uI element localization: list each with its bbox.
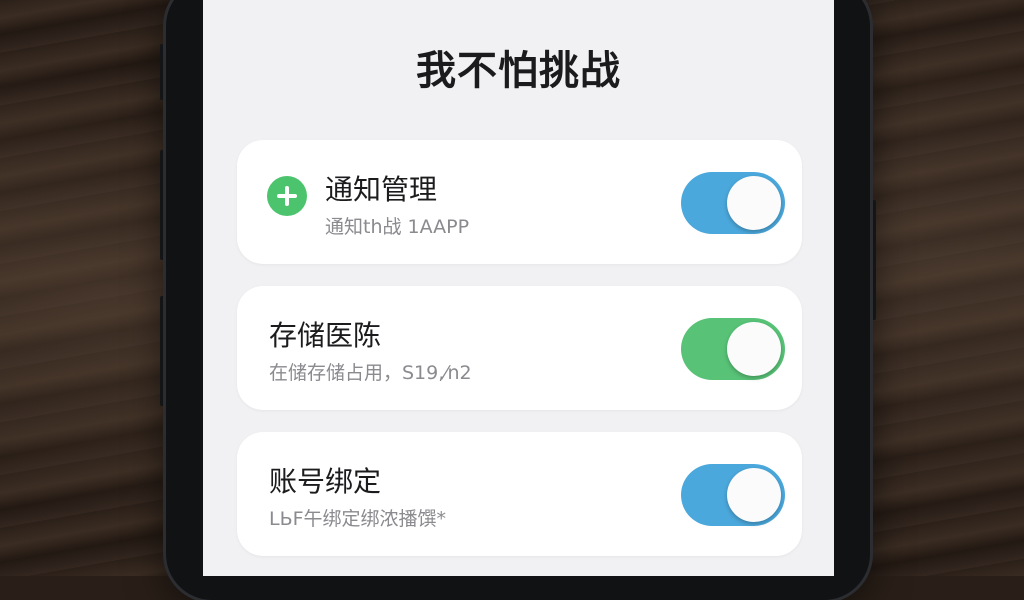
card-subtitle: 在储存储占用，S19,⁄n2 <box>269 362 472 384</box>
toggle-knob <box>727 468 781 522</box>
notifications-toggle[interactable] <box>681 172 785 234</box>
account-binding-toggle[interactable] <box>681 464 785 526</box>
card-title: 通知管理 <box>325 173 438 206</box>
phone-screen: 我不怕挑战 通知管理 通知th战 1AAPP 存储医陈 在储存储占用，S19,⁄… <box>203 0 834 576</box>
page-title: 我不怕挑战 <box>416 48 621 94</box>
storage-toggle[interactable] <box>681 318 785 380</box>
card-title: 存储医陈 <box>269 319 382 352</box>
card-title: 账号绑定 <box>269 465 382 498</box>
card-subtitle: 通知th战 1AAPP <box>325 216 470 238</box>
phone-power-button <box>870 200 876 320</box>
settings-card-account-binding[interactable]: 账号绑定 LЬF午绑定绑浓播馔* <box>237 432 802 556</box>
plus-circle-icon <box>267 176 307 216</box>
toggle-knob <box>727 322 781 376</box>
toggle-knob <box>727 176 781 230</box>
card-subtitle: LЬF午绑定绑浓播馔* <box>269 508 447 530</box>
settings-card-storage[interactable]: 存储医陈 在储存储占用，S19,⁄n2 <box>237 286 802 410</box>
settings-card-notifications[interactable]: 通知管理 通知th战 1AAPP <box>237 140 802 264</box>
